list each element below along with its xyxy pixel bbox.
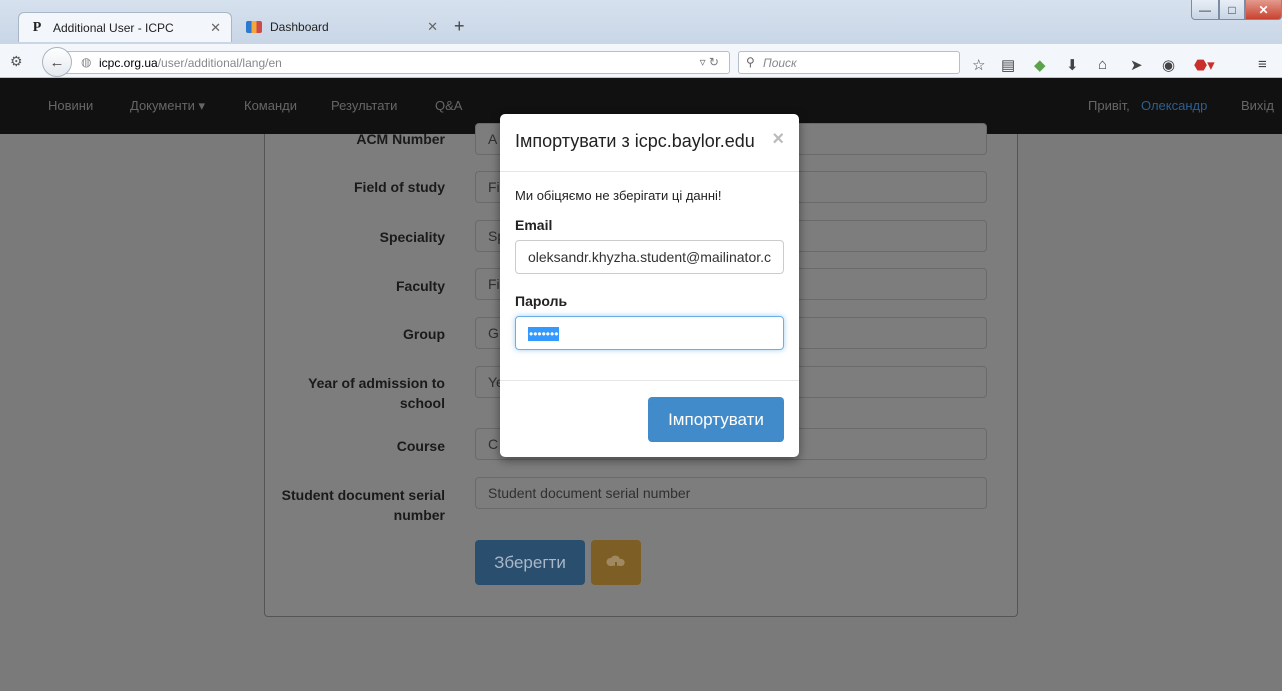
bookmark-star-icon[interactable]: ☆ [972, 56, 985, 74]
nav-qa[interactable]: Q&A [435, 98, 462, 113]
dashboard-favicon-icon [246, 21, 262, 33]
window-minimize-button[interactable]: — [1191, 0, 1219, 20]
nav-documents[interactable]: Документи ▾ [130, 98, 205, 114]
password-value: ••••••• [528, 327, 560, 341]
email-field[interactable]: oleksandr.khyzha.student@mailinator.c [515, 240, 784, 274]
url-host: icpc.org.ua [99, 55, 158, 70]
new-tab-icon[interactable]: + [454, 16, 465, 37]
greeting-text: Привіт, [1088, 98, 1130, 113]
reading-list-icon[interactable]: ▤ [1001, 56, 1015, 74]
modal-footer: Імпортувати [500, 380, 799, 457]
nav-results[interactable]: Результати [331, 98, 397, 113]
url-bar[interactable]: ◍ icpc.org.ua/user/additional/lang/en ▿ … [46, 51, 730, 74]
back-button[interactable]: ← [42, 47, 72, 77]
logout-link[interactable]: Вихід [1241, 98, 1274, 113]
nav-news[interactable]: Новини [48, 98, 93, 113]
email-label: Email [515, 217, 553, 233]
import-modal: Імпортувати з icpc.baylor.edu × Ми обіця… [500, 114, 799, 457]
cloud-import-button[interactable] [591, 540, 641, 585]
user-link[interactable]: Олександр [1141, 98, 1207, 113]
save-button[interactable]: Зберегти [475, 540, 585, 585]
label-group: Group [403, 326, 445, 342]
nav-teams[interactable]: Команди [244, 98, 297, 113]
history-icon[interactable]: ◉ [1162, 56, 1175, 74]
extension-green-icon[interactable]: ◆ [1034, 56, 1046, 74]
label-acm-number: ACM Number [356, 131, 445, 147]
tab-title: Additional User - ICPC [53, 20, 174, 35]
label-year-of-admission: Year of admission to school [308, 375, 445, 411]
label-faculty: Faculty [395, 278, 445, 294]
search-placeholder: Поиск [763, 55, 797, 70]
send-icon[interactable]: ➤ [1130, 56, 1143, 74]
label-student-document: Student document serial number [281, 487, 445, 523]
tab-close-icon[interactable]: ✕ [210, 20, 221, 36]
modal-title: Імпортувати з icpc.baylor.edu [515, 131, 755, 151]
input-student-document[interactable]: Student document serial number [475, 477, 987, 509]
browser-navbar: ⚙ ◍ icpc.org.ua/user/additional/lang/en … [0, 44, 1282, 78]
label-course: Course [396, 438, 445, 454]
window-maximize-button[interactable]: □ [1219, 0, 1245, 20]
adblock-icon[interactable]: ⬣▾ [1194, 56, 1215, 74]
extensions-icon[interactable]: ⚙ [10, 53, 23, 70]
window-close-button[interactable]: ✕ [1245, 0, 1282, 20]
download-icon[interactable]: ⬇ [1066, 56, 1079, 74]
cloud-download-icon [606, 555, 625, 570]
password-field[interactable]: ••••••• [515, 316, 784, 350]
modal-header: Імпортувати з icpc.baylor.edu × [500, 114, 799, 172]
url-path: /user/additional/lang/en [157, 55, 282, 70]
home-icon[interactable]: ⌂ [1098, 56, 1107, 73]
menu-icon[interactable]: ≡ [1258, 56, 1267, 73]
tab-additional-user[interactable]: P Additional User - ICPC ✕ [18, 12, 232, 42]
password-label: Пароль [515, 293, 568, 309]
import-button[interactable]: Імпортувати [648, 397, 784, 442]
site-info-icon[interactable]: ◍ [81, 55, 91, 69]
modal-close-icon[interactable]: × [772, 128, 784, 151]
privacy-note: Ми обіцяємо не зберігати ці данні! [515, 188, 722, 203]
search-bar[interactable]: ⚲ Поиск [738, 51, 960, 74]
reload-icon[interactable]: ▿ ↻ [700, 55, 719, 69]
site-favicon-icon: P [32, 19, 42, 35]
label-field-of-study: Field of study [354, 179, 445, 195]
browser-tabstrip: P Additional User - ICPC ✕ Dashboard ✕ +… [0, 0, 1282, 44]
tab-close-icon[interactable]: ✕ [427, 19, 438, 35]
search-icon: ⚲ [746, 55, 755, 69]
label-speciality: Speciality [379, 229, 445, 245]
tab-dashboard[interactable]: Dashboard ✕ [236, 12, 448, 42]
tab-title: Dashboard [270, 20, 329, 34]
